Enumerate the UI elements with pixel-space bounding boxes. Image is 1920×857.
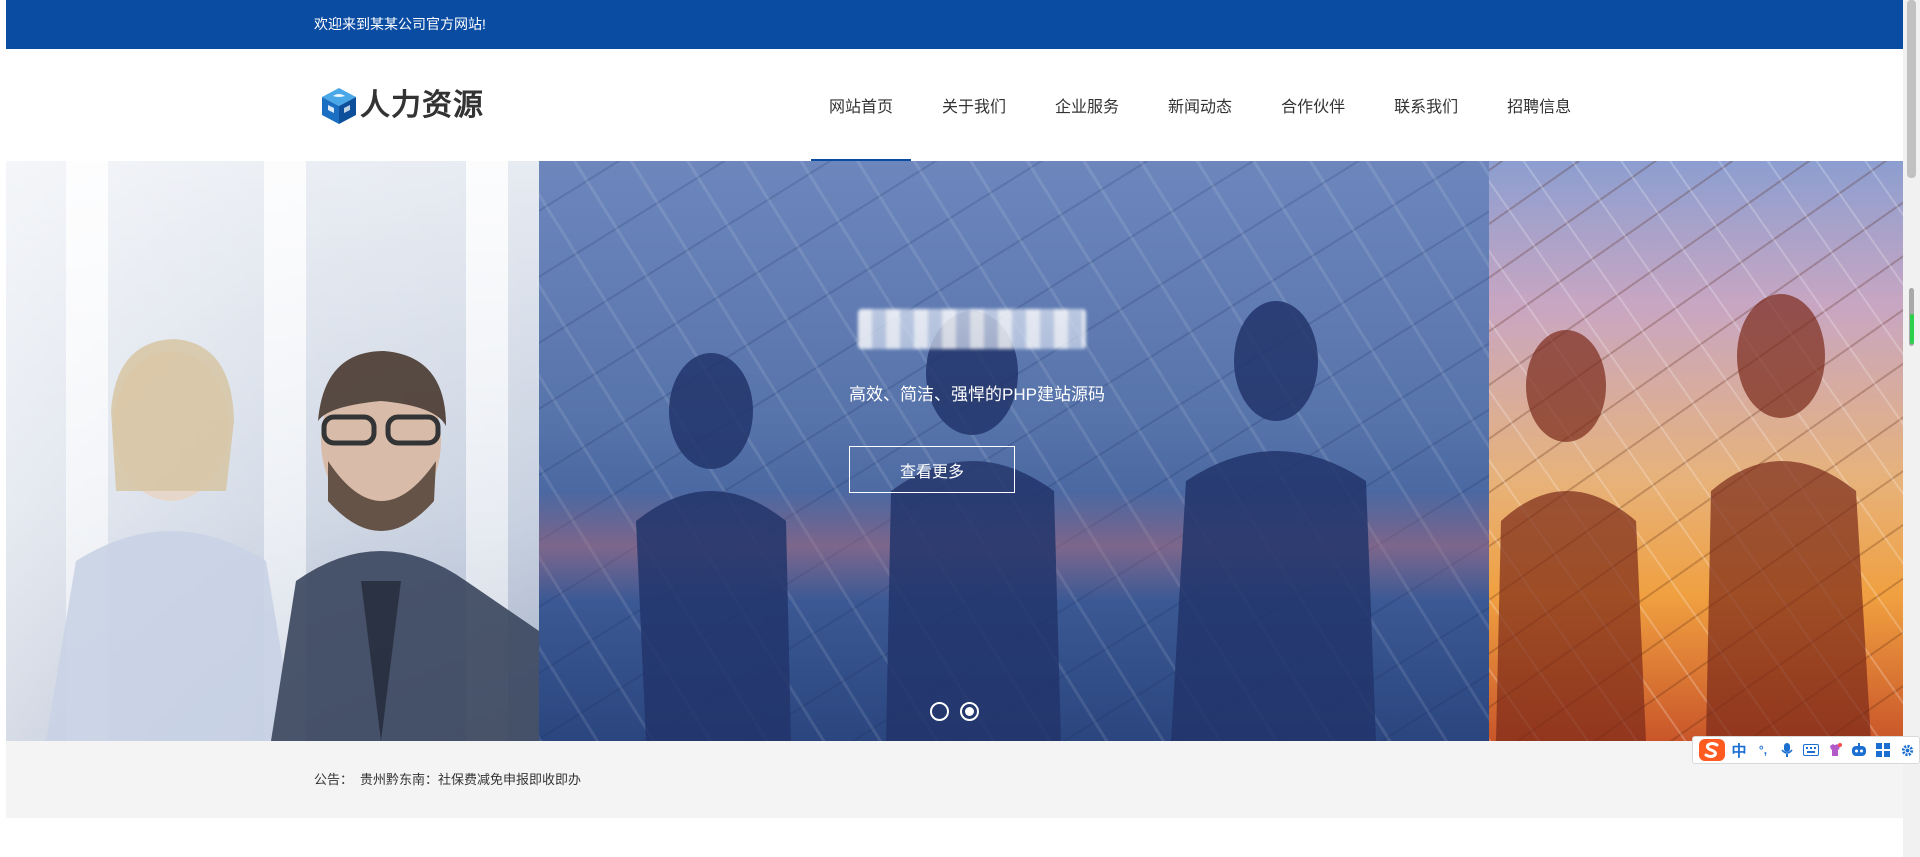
page-scrollbar[interactable] bbox=[1903, 0, 1920, 857]
nav-item-partners[interactable]: 合作伙伴 bbox=[1263, 49, 1363, 161]
notice-bar: 公告： 贵州黔东南：社保费减免申报即收即办 bbox=[6, 741, 1903, 818]
ime-toolbar: 中 °, bbox=[1692, 736, 1920, 764]
nav-item-jobs[interactable]: 招聘信息 bbox=[1489, 49, 1589, 161]
robot-icon[interactable] bbox=[1847, 738, 1871, 762]
center-silhouettes bbox=[636, 301, 1376, 741]
slider-dots bbox=[930, 702, 979, 721]
ime-punctuation[interactable]: °, bbox=[1751, 738, 1775, 762]
keyboard-icon[interactable] bbox=[1799, 738, 1823, 762]
scrollbar-thumb[interactable] bbox=[1907, 0, 1916, 178]
mic-icon[interactable] bbox=[1775, 738, 1799, 762]
top-bar: 欢迎来到某某公司官方网站! bbox=[6, 0, 1903, 49]
main-nav: 网站首页 关于我们 企业服务 新闻动态 合作伙伴 联系我们 招聘信息 bbox=[811, 49, 1589, 161]
grid-icon[interactable] bbox=[1871, 738, 1895, 762]
notice-text[interactable]: 贵州黔东南：社保费减免申报即收即办 bbox=[360, 771, 581, 789]
nav-item-services[interactable]: 企业服务 bbox=[1037, 49, 1137, 161]
notice-label: 公告： bbox=[314, 772, 354, 787]
page: 欢迎来到某某公司官方网站! 人力资源 网站首页 关于我们 企业服务 新闻动态 合… bbox=[6, 0, 1903, 857]
logo-text: 人力资源 bbox=[360, 88, 484, 123]
nav-item-home[interactable]: 网站首页 bbox=[811, 49, 912, 161]
site-logo[interactable]: 人力资源 bbox=[320, 86, 484, 126]
right-silhouettes bbox=[1496, 294, 1871, 741]
nav-item-news[interactable]: 新闻动态 bbox=[1150, 49, 1250, 161]
nav-item-contact[interactable]: 联系我们 bbox=[1376, 49, 1476, 161]
slider-dot-2[interactable] bbox=[960, 702, 979, 721]
gear-icon[interactable] bbox=[1895, 738, 1919, 762]
left-people bbox=[46, 339, 539, 741]
nav-item-about[interactable]: 关于我们 bbox=[924, 49, 1024, 161]
banner-subtitle: 高效、简洁、强悍的PHP建站源码 bbox=[849, 385, 1105, 404]
logo-cube-icon bbox=[322, 88, 356, 124]
site-header: 人力资源 网站首页 关于我们 企业服务 新闻动态 合作伙伴 联系我们 招聘信息 bbox=[6, 49, 1903, 161]
view-more-button[interactable]: 查看更多 bbox=[849, 446, 1015, 493]
hero-banner: 高效、简洁、强悍的PHP建站源码 查看更多 bbox=[6, 161, 1903, 741]
scroll-indicator-green bbox=[1910, 314, 1914, 344]
banner-title-redacted bbox=[858, 309, 1086, 349]
welcome-text: 欢迎来到某某公司官方网站! bbox=[314, 16, 486, 32]
ime-chinese-mode[interactable]: 中 bbox=[1727, 738, 1751, 762]
slider-dot-1[interactable] bbox=[930, 702, 949, 721]
sogou-s-icon[interactable] bbox=[1697, 737, 1727, 763]
skin-icon[interactable] bbox=[1823, 738, 1847, 762]
